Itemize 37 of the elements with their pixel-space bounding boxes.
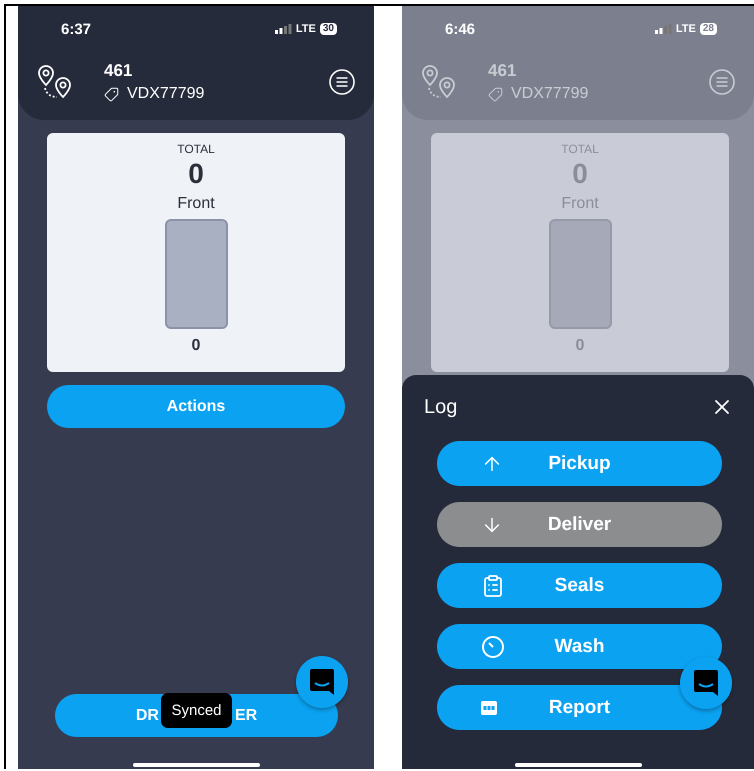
status-time: 6:46 — [445, 20, 476, 38]
vehicle-id: VDX77799 — [127, 85, 204, 103]
network-label: LTE — [676, 23, 696, 35]
chat-button[interactable] — [296, 656, 348, 708]
gauge-label: Front — [561, 195, 599, 213]
tag-icon — [488, 86, 503, 102]
log-option-button[interactable]: Seals — [437, 563, 722, 608]
chat-icon — [309, 668, 335, 696]
tag-icon — [104, 86, 119, 102]
pdf-file-icon — [481, 700, 497, 714]
clipboard-icon — [481, 574, 505, 598]
timer-icon — [481, 634, 505, 658]
network-label: LTE — [296, 23, 316, 35]
log-option-button[interactable]: Report — [437, 685, 722, 730]
actions-button[interactable]: Actions — [47, 385, 345, 428]
battery-level: 30 — [320, 23, 337, 35]
log-option-button[interactable]: Wash — [437, 624, 722, 669]
gauge-value: 0 — [192, 337, 200, 355]
sheet-title: Log — [424, 396, 458, 418]
total-value: 0 — [188, 158, 204, 190]
route-number: 461 — [488, 61, 518, 81]
battery-level: 28 — [700, 23, 717, 35]
signal-icon — [274, 24, 292, 34]
gauge-value: 0 — [576, 337, 584, 355]
gauge-label: Front — [177, 195, 215, 213]
log-option-button[interactable]: Pickup — [437, 441, 722, 486]
chat-icon — [693, 669, 719, 697]
route-pins-icon — [37, 64, 73, 100]
total-value: 0 — [572, 158, 588, 190]
synced-toast: Synced — [161, 693, 232, 728]
signal-icon — [654, 24, 672, 34]
total-label: TOTAL — [177, 142, 215, 156]
route-pins-icon — [421, 64, 457, 100]
route-number: 461 — [104, 61, 134, 81]
vehicle-id: VDX77799 — [511, 85, 588, 103]
status-time: 6:37 — [61, 20, 92, 38]
total-label: TOTAL — [561, 142, 599, 156]
